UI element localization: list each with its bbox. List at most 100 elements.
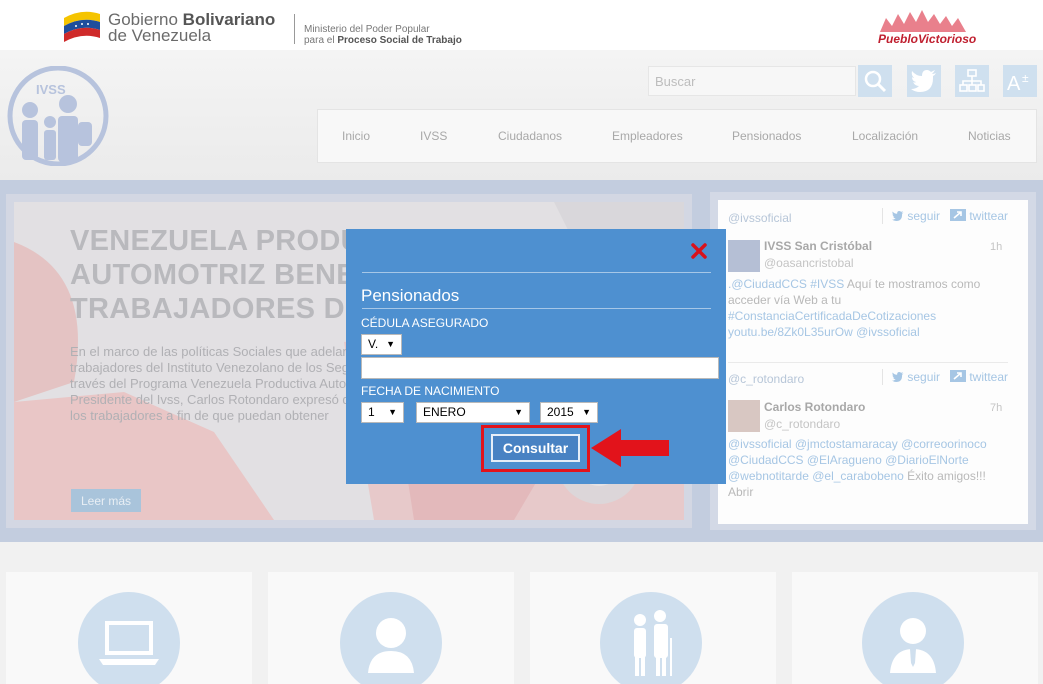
main-navigation: Inicio IVSS Ciudadanos Empleadores Pensi… [317, 109, 1037, 163]
tweet-line: acceder vía Web a tu [728, 292, 1018, 308]
user-male-icon [862, 592, 964, 684]
sitemap-button[interactable] [955, 65, 989, 97]
user-female-icon [340, 592, 442, 684]
tweet-line: .@CiudadCCS #IVSS Aquí te mostramos como [728, 276, 1018, 292]
nav-item-ivss[interactable]: IVSS [420, 129, 447, 143]
venezuela-flag-logo [64, 11, 100, 42]
tweet-link[interactable]: twittear [950, 370, 1008, 384]
search-icon [864, 70, 887, 93]
nav-item-ciudadanos[interactable]: Ciudadanos [498, 129, 562, 143]
cedula-label: CÉDULA ASEGURADO [361, 316, 489, 330]
service-card[interactable] [792, 572, 1038, 684]
tweet-time: 7h [990, 402, 1003, 414]
nav-item-inicio[interactable]: Inicio [342, 129, 370, 143]
tweet-text-segment: acceder vía Web a tu [728, 293, 842, 307]
tweet-link[interactable]: @webnotitarde @el_carabobeno [728, 469, 904, 483]
tweet-author[interactable]: Carlos Rotondaro [764, 400, 865, 414]
read-more-button[interactable]: Leer más [71, 489, 141, 512]
twitter-feeds: @ivssoficial seguir twittear IVSS San Cr… [718, 200, 1028, 524]
nationality-select[interactable]: V. ▼ [361, 334, 402, 355]
tweet-screen-name[interactable]: @c_rotondaro [764, 417, 840, 431]
government-bar: Gobierno Bolivariano de Venezuela Minist… [0, 0, 1043, 50]
nav-item-empleadores[interactable]: Empleadores [612, 129, 683, 143]
tweet-text: @ivssoficial @jmctostamaracay @correoori… [728, 436, 1018, 500]
tweet-text-segment: Éxito amigos!!! [903, 469, 986, 483]
external-link-icon [950, 209, 966, 221]
tweet-line: @ivssoficial @jmctostamaracay @correoori… [728, 436, 1018, 452]
avatar[interactable] [728, 400, 760, 432]
feed-handle[interactable]: @ivssoficial [728, 211, 792, 225]
divider [294, 14, 295, 44]
twitter-icon [911, 70, 936, 92]
service-card[interactable] [268, 572, 514, 684]
sitemap-icon [959, 69, 985, 92]
elderly-couple-icon [600, 592, 702, 684]
tweet-line: youtu.be/8Zk0L35urOw @ivssoficial [728, 324, 1018, 340]
day-select[interactable]: 1 ▼ [361, 402, 404, 423]
tweet-line: Abrir [728, 484, 1018, 500]
dropdown-arrow-icon: ▼ [514, 407, 523, 417]
tweet-author[interactable]: IVSS San Cristóbal [764, 239, 872, 253]
arrow-left-icon [591, 429, 669, 467]
dropdown-arrow-icon: ▼ [388, 407, 397, 417]
twitter-panel: @ivssoficial seguir twittear IVSS San Cr… [710, 192, 1036, 530]
highlight-annotation [481, 425, 590, 472]
site-header: IVSS A± Inicio IVSS Ciudadanos Empleador… [0, 50, 1043, 180]
svg-text:±: ± [1022, 71, 1029, 85]
tweet-link[interactable]: #ConstanciaCertificadaDeCotizaciones [728, 309, 936, 323]
svg-text:A: A [1007, 73, 1021, 93]
divider [882, 369, 883, 385]
tweet-text-segment: Abrir [728, 485, 754, 499]
divider [728, 362, 1008, 363]
nav-item-localizacion[interactable]: Localización [852, 129, 918, 143]
pueblo-victorioso-text: PuebloVictorioso [878, 32, 977, 46]
divider [882, 208, 883, 224]
year-select[interactable]: 2015 ▼ [540, 402, 598, 423]
month-select[interactable]: ENERO ▼ [416, 402, 530, 423]
slide-summary: En el marco de las políticas Sociales qu… [70, 344, 386, 423]
tweet-line: #ConstanciaCertificadaDeCotizaciones [728, 308, 1018, 324]
tweet-link[interactable]: @CiudadCCS @ElAragueno @DiarioElNorte [728, 453, 969, 467]
birthdate-label: FECHA DE NACIMIENTO [361, 384, 500, 398]
ivss-logo[interactable]: IVSS [6, 66, 110, 166]
tweet-link[interactable]: @ivssoficial [856, 325, 920, 339]
tweet-screen-name[interactable]: @oasancristobal [764, 256, 854, 270]
government-name: Gobierno Bolivariano de Venezuela [108, 10, 276, 45]
service-card[interactable] [6, 572, 252, 684]
external-link-icon [950, 370, 966, 382]
search-input[interactable] [648, 66, 856, 96]
tweet-link[interactable]: @ivssoficial @jmctostamaracay @correoori… [728, 437, 987, 451]
twitter-bird-icon [892, 211, 904, 221]
font-size-button[interactable]: A ± [1003, 65, 1037, 97]
cedula-input[interactable] [361, 357, 719, 379]
twitter-button[interactable] [907, 65, 941, 97]
nav-item-noticias[interactable]: Noticias [968, 129, 1011, 143]
ministry-name: Ministerio del Poder Popular para el Pro… [304, 24, 462, 46]
feed-handle[interactable]: @c_rotondaro [728, 372, 804, 386]
dropdown-arrow-icon: ▼ [582, 407, 591, 417]
tweet-time: 1h [990, 241, 1003, 253]
avatar[interactable] [728, 240, 760, 272]
font-size-icon: A ± [1007, 71, 1029, 93]
tweet-text: .@CiudadCCS #IVSS Aquí te mostramos como… [728, 276, 1018, 340]
tweet-link[interactable]: .@CiudadCCS #IVSS [728, 277, 844, 291]
tweet-line: @CiudadCCS @ElAragueno @DiarioElNorte [728, 452, 1018, 468]
close-icon [691, 242, 707, 259]
service-card[interactable] [530, 572, 776, 684]
modal-title: Pensionados [361, 286, 460, 305]
close-button[interactable] [688, 241, 710, 263]
divider [362, 272, 711, 273]
tweet-link[interactable]: twittear [950, 209, 1008, 223]
tweet-link[interactable]: youtu.be/8Zk0L35urOw [728, 325, 853, 339]
divider [362, 308, 711, 309]
svg-text:IVSS: IVSS [36, 82, 66, 97]
nav-item-pensionados[interactable]: Pensionados [732, 129, 801, 143]
tweet-line: @webnotitarde @el_carabobeno Éxito amigo… [728, 468, 1018, 484]
dropdown-arrow-icon: ▼ [386, 339, 395, 349]
follow-link[interactable]: seguir [892, 370, 940, 384]
follow-link[interactable]: seguir [892, 209, 940, 223]
search-button[interactable] [858, 65, 892, 97]
service-cards [0, 542, 1043, 684]
twitter-bird-icon [892, 372, 904, 382]
tweet-text-segment: Aquí te mostramos como [844, 277, 981, 291]
